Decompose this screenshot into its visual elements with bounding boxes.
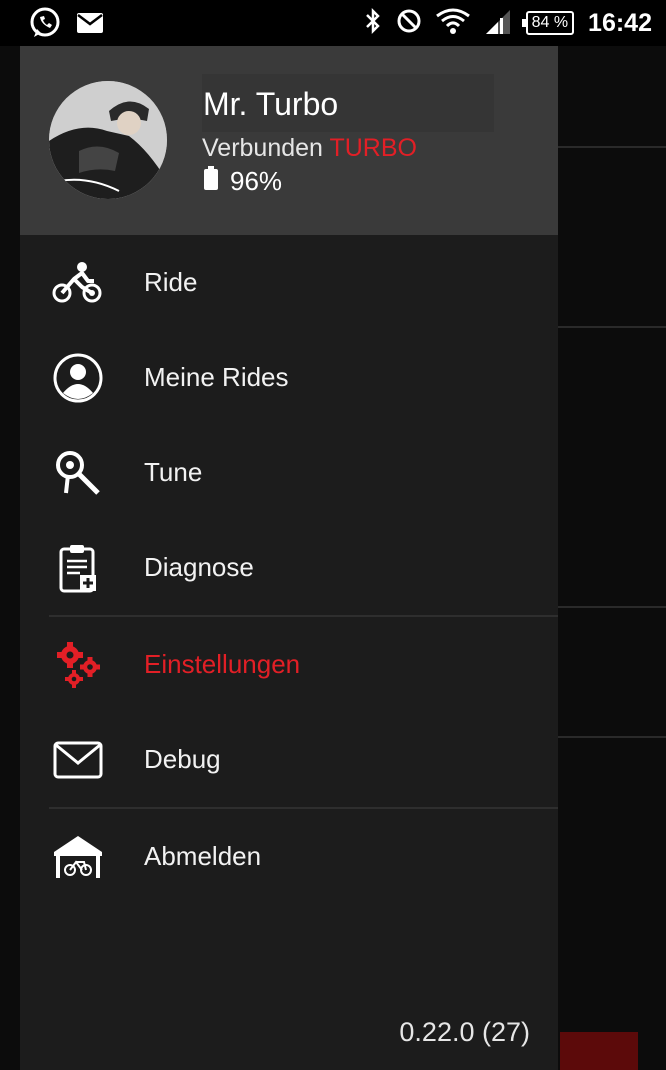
menu-item-meine-rides[interactable]: Meine Rides	[20, 330, 558, 425]
menu-item-einstellungen[interactable]: Einstellungen	[20, 617, 558, 712]
background-divider	[558, 736, 666, 738]
background-divider	[558, 326, 666, 328]
menu-item-label: Ride	[144, 267, 198, 297]
menu-item-abmelden[interactable]: Abmelden	[20, 809, 558, 904]
cyclist-icon	[50, 255, 106, 311]
menu-item-label: Debug	[144, 744, 221, 774]
profile-icon	[50, 350, 106, 406]
background-divider	[558, 606, 666, 608]
menu-item-label: Meine Rides	[144, 362, 289, 392]
menu-item-label: Einstellungen	[144, 649, 301, 679]
drawer-menu: Ride Meine Rides Tune Diagnose Einstellu…	[20, 235, 558, 904]
menu-item-tune[interactable]: Tune	[20, 425, 558, 520]
bluetooth-icon	[364, 7, 382, 40]
menu-item-debug[interactable]: Debug	[20, 712, 558, 807]
background-action-button	[560, 1032, 638, 1070]
avatar[interactable]	[49, 81, 167, 199]
battery-icon	[204, 166, 218, 197]
gears-icon	[50, 637, 106, 693]
device-battery-value: 96%	[230, 166, 283, 196]
background-divider	[558, 146, 666, 148]
connection-label: Verbunden	[202, 134, 323, 162]
do-not-disturb-icon	[396, 8, 422, 39]
menu-item-diagnose[interactable]: Diagnose	[20, 520, 558, 615]
wifi-icon	[435, 8, 470, 39]
menu-item-label: Diagnose	[144, 552, 254, 582]
device-battery: 96%	[204, 166, 282, 197]
battery-indicator: 84 %	[521, 11, 575, 35]
tune-wrench-icon	[50, 445, 106, 501]
app-version: 0.22.0 (27)	[399, 1017, 530, 1047]
menu-item-label: Tune	[144, 457, 203, 487]
clipboard-plus-icon	[50, 540, 106, 596]
connection-status-line: Verbunden TURBO	[202, 134, 417, 163]
menu-item-ride[interactable]: Ride	[20, 235, 558, 330]
connection-mode: TURBO	[329, 134, 417, 162]
status-bar: 84 % 16:42	[0, 0, 666, 46]
navigation-drawer: Mr. Turbo Verbunden TURBO 96% Ride Meine…	[20, 46, 558, 1070]
user-name: Mr. Turbo	[202, 74, 494, 132]
whatsapp-icon	[28, 6, 62, 45]
drawer-header: Mr. Turbo Verbunden TURBO 96%	[20, 46, 558, 235]
clock: 16:42	[588, 8, 652, 37]
signal-icon	[484, 8, 512, 39]
mail-icon	[76, 12, 104, 39]
menu-item-label: Abmelden	[144, 841, 262, 871]
bike-garage-icon	[50, 829, 106, 885]
envelope-icon	[50, 732, 106, 788]
